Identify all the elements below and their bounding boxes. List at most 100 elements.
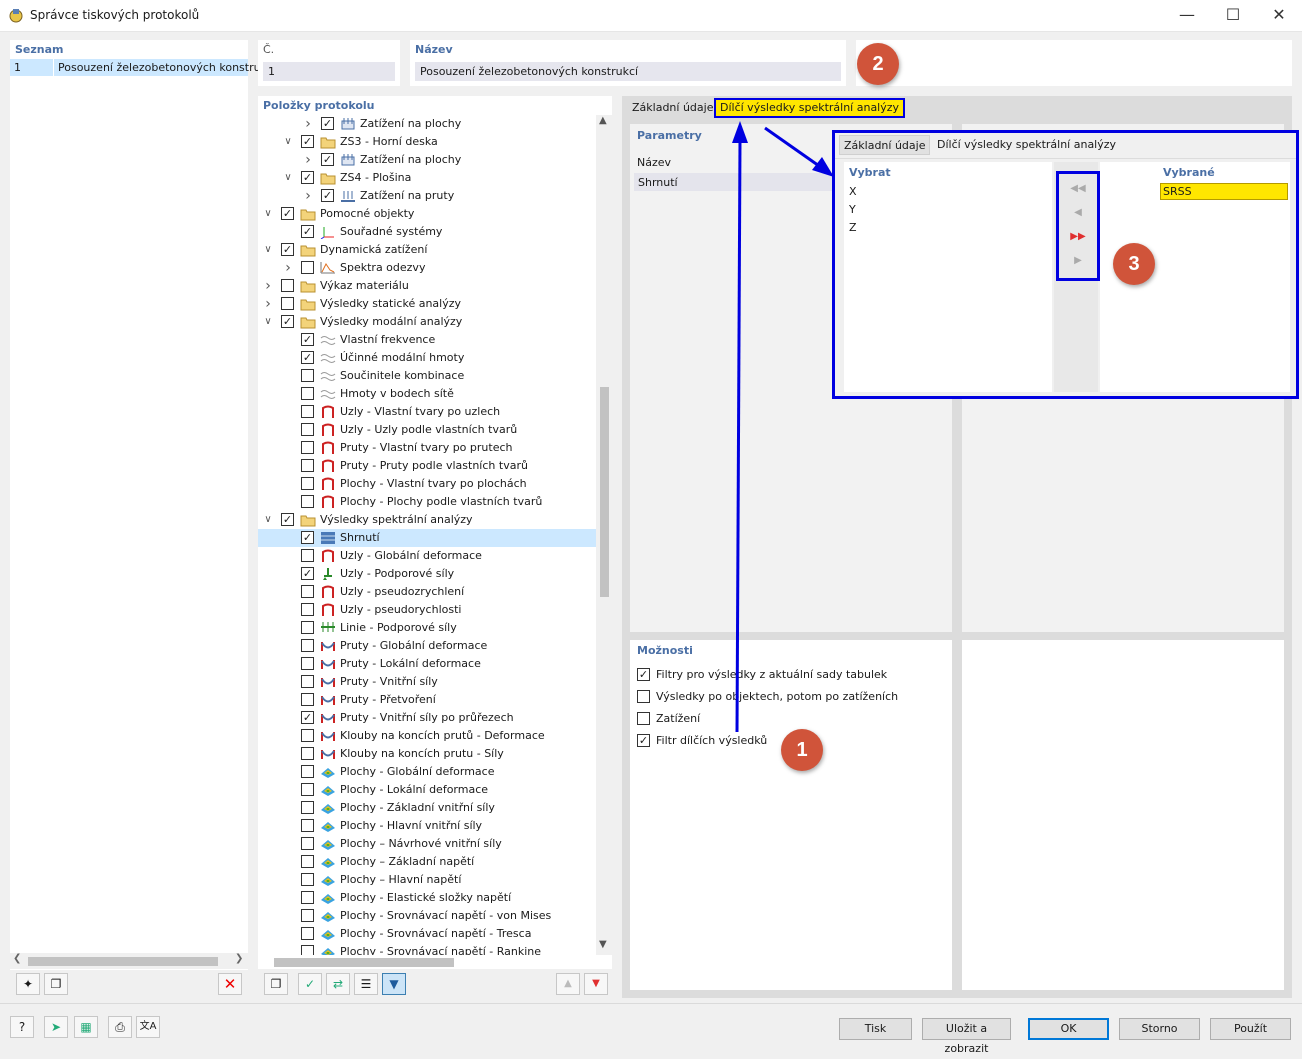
tree-item-checkbox[interactable] (301, 387, 314, 400)
chevron-right-icon[interactable]: › (302, 187, 314, 205)
ok-button[interactable]: OK (1028, 1018, 1109, 1040)
tree-item[interactable]: ✓ Pruty - Vnitřní síly po průřezech (258, 709, 596, 727)
scroll-up-icon[interactable]: ▲ (599, 115, 607, 126)
scroll-left-icon[interactable]: ❮ (13, 953, 21, 964)
print-button[interactable]: Tisk (839, 1018, 912, 1040)
tree-item-checkbox[interactable] (301, 675, 314, 688)
tree-item-checkbox[interactable]: ✓ (281, 315, 294, 328)
tree-item-checkbox[interactable] (301, 891, 314, 904)
tree-item[interactable]: Plochy – Návrhové vnitřní síly (258, 835, 596, 853)
check-toggle-icon[interactable]: ⇄ (326, 973, 350, 995)
available-item-y[interactable]: Y (849, 203, 856, 216)
tab-basic-data[interactable]: Základní údaje (628, 98, 717, 118)
tree-item-checkbox[interactable] (301, 369, 314, 382)
tree-item[interactable]: Plochy - Lokální deformace (258, 781, 596, 799)
tree-item[interactable]: ✓ Účinné modální hmoty (258, 349, 596, 367)
tree-item[interactable]: Plochy - Vlastní tvary po plochách (258, 475, 596, 493)
tree-item[interactable]: Plochy – Hlavní napětí (258, 871, 596, 889)
tree-item-checkbox[interactable] (301, 873, 314, 886)
tree-item[interactable]: ∨ ✓ Výsledky spektrální analýzy (258, 511, 596, 529)
tree-item[interactable]: Plochy - Globální deformace (258, 763, 596, 781)
tree-item-checkbox[interactable] (301, 549, 314, 562)
tree-item-checkbox[interactable] (301, 603, 314, 616)
tree-item-checkbox[interactable] (301, 459, 314, 472)
tree-item-checkbox[interactable] (301, 765, 314, 778)
tree-item[interactable]: Klouby na koncích prutů - Deformace (258, 727, 596, 745)
tree-item-checkbox[interactable]: ✓ (301, 225, 314, 238)
tree-item-checkbox[interactable]: ✓ (321, 153, 334, 166)
move-right-icon[interactable]: ▶ (1065, 252, 1091, 270)
scroll-thumb[interactable] (274, 958, 454, 967)
tree-item[interactable]: ∨ ✓ Dynamická zatížení (258, 241, 596, 259)
chevron-down-icon[interactable]: ∨ (262, 511, 274, 529)
inset-tab-spectral-partial-results[interactable]: Dílčí výsledky spektrální analýzy (933, 135, 1120, 155)
tree-item[interactable]: › Výkaz materiálu (258, 277, 596, 295)
tree-item-checkbox[interactable] (301, 747, 314, 760)
tree-item-checkbox[interactable] (301, 441, 314, 454)
tree-item-checkbox[interactable] (301, 657, 314, 670)
tree-item-checkbox[interactable] (301, 909, 314, 922)
chevron-down-icon[interactable]: ∨ (262, 205, 274, 223)
tree-item-checkbox[interactable] (301, 261, 314, 274)
tree-item[interactable]: › Výsledky statické analýzy (258, 295, 596, 313)
scroll-down-icon[interactable]: ▼ (599, 939, 607, 950)
tree-item[interactable]: ∨ ✓ ZS4 - Plošina (258, 169, 596, 187)
inset-tab-basic-data[interactable]: Základní údaje (839, 135, 931, 155)
tree-item[interactable]: Pruty - Přetvoření (258, 691, 596, 709)
tree-item[interactable]: Plochy - Základní vnitřní síly (258, 799, 596, 817)
tree-item[interactable]: ∨ ✓ ZS3 - Horní deska (258, 133, 596, 151)
tree-item-checkbox[interactable] (301, 423, 314, 436)
tree-item[interactable]: Součinitele kombinace (258, 367, 596, 385)
tree-item[interactable]: Uzly - pseudozrychlení (258, 583, 596, 601)
translate-icon[interactable]: 文A (136, 1016, 160, 1038)
tree-horizontal-scrollbar[interactable] (258, 955, 612, 969)
tree-item[interactable]: ✓ Shrnutí (258, 529, 596, 547)
tree-item-checkbox[interactable] (301, 927, 314, 940)
tree-item[interactable]: Hmoty v bodech sítě (258, 385, 596, 403)
scroll-thumb[interactable] (600, 387, 609, 597)
chevron-down-icon[interactable]: ∨ (282, 169, 294, 187)
help-icon[interactable]: ? (10, 1016, 34, 1038)
chevron-right-icon[interactable]: › (282, 259, 294, 277)
tree-item-checkbox[interactable]: ✓ (281, 513, 294, 526)
tab-spectral-partial-results[interactable]: Dílčí výsledky spektrální analýzy (714, 98, 906, 118)
option-item[interactable]: ✓ Filtry pro výsledky z aktuální sady tab… (637, 666, 947, 686)
tree-item[interactable]: Klouby na koncích prutu - Síly (258, 745, 596, 763)
close-icon[interactable]: ✕ (1256, 0, 1302, 32)
tree-item[interactable]: Plochy - Elastické složky napětí (258, 889, 596, 907)
move-up-icon[interactable]: ▲ (556, 973, 580, 995)
tree-item-checkbox[interactable] (301, 405, 314, 418)
option-checkbox[interactable] (637, 690, 650, 703)
tree-item[interactable]: › Spektra odezvy (258, 259, 596, 277)
option-item[interactable]: Výsledky po objektech, potom po zatížení… (637, 688, 947, 708)
tree-item[interactable]: Plochy - Srovnávací napětí - von Mises (258, 907, 596, 925)
chevron-right-icon[interactable]: › (302, 151, 314, 169)
available-item-x[interactable]: X (849, 185, 857, 198)
tree-item[interactable]: Plochy - Srovnávací napětí - Tresca (258, 925, 596, 943)
tree-item[interactable]: Uzly - Uzly podle vlastních tvarů (258, 421, 596, 439)
option-checkbox[interactable]: ✓ (637, 668, 650, 681)
tree-item-checkbox[interactable] (301, 621, 314, 634)
list-row[interactable]: 1 Posouzení železobetonových konstru (10, 59, 261, 76)
save-model-icon[interactable]: ▦ (74, 1016, 98, 1038)
tree-item[interactable]: › ✓ Zatížení na plochy (258, 151, 596, 169)
tree-item-checkbox[interactable]: ✓ (321, 117, 334, 130)
tree-item-checkbox[interactable] (301, 819, 314, 832)
option-checkbox[interactable]: ✓ (637, 734, 650, 747)
tree-item-checkbox[interactable] (301, 585, 314, 598)
tree-item[interactable]: Plochy - Hlavní vnitřní síly (258, 817, 596, 835)
save-and-show-button[interactable]: Uložit a zobrazit (922, 1018, 1011, 1055)
tree-item-checkbox[interactable]: ✓ (321, 189, 334, 202)
settings-list-icon[interactable]: ☰ (354, 973, 378, 995)
move-all-right-icon[interactable]: ▶▶ (1065, 228, 1091, 246)
tree-item[interactable]: Linie - Podporové síly (258, 619, 596, 637)
tree-item-checkbox[interactable] (301, 495, 314, 508)
tree-item-checkbox[interactable] (301, 639, 314, 652)
number-input[interactable]: 1 (263, 62, 395, 81)
tree-item-checkbox[interactable]: ✓ (301, 333, 314, 346)
move-left-icon[interactable]: ◀ (1065, 204, 1091, 222)
scroll-thumb[interactable] (28, 957, 218, 966)
tree-item[interactable]: Uzly - Vlastní tvary po uzlech (258, 403, 596, 421)
scroll-right-icon[interactable]: ❯ (235, 953, 243, 964)
tree-vertical-scrollbar[interactable]: ▲ ▼ (596, 115, 612, 956)
